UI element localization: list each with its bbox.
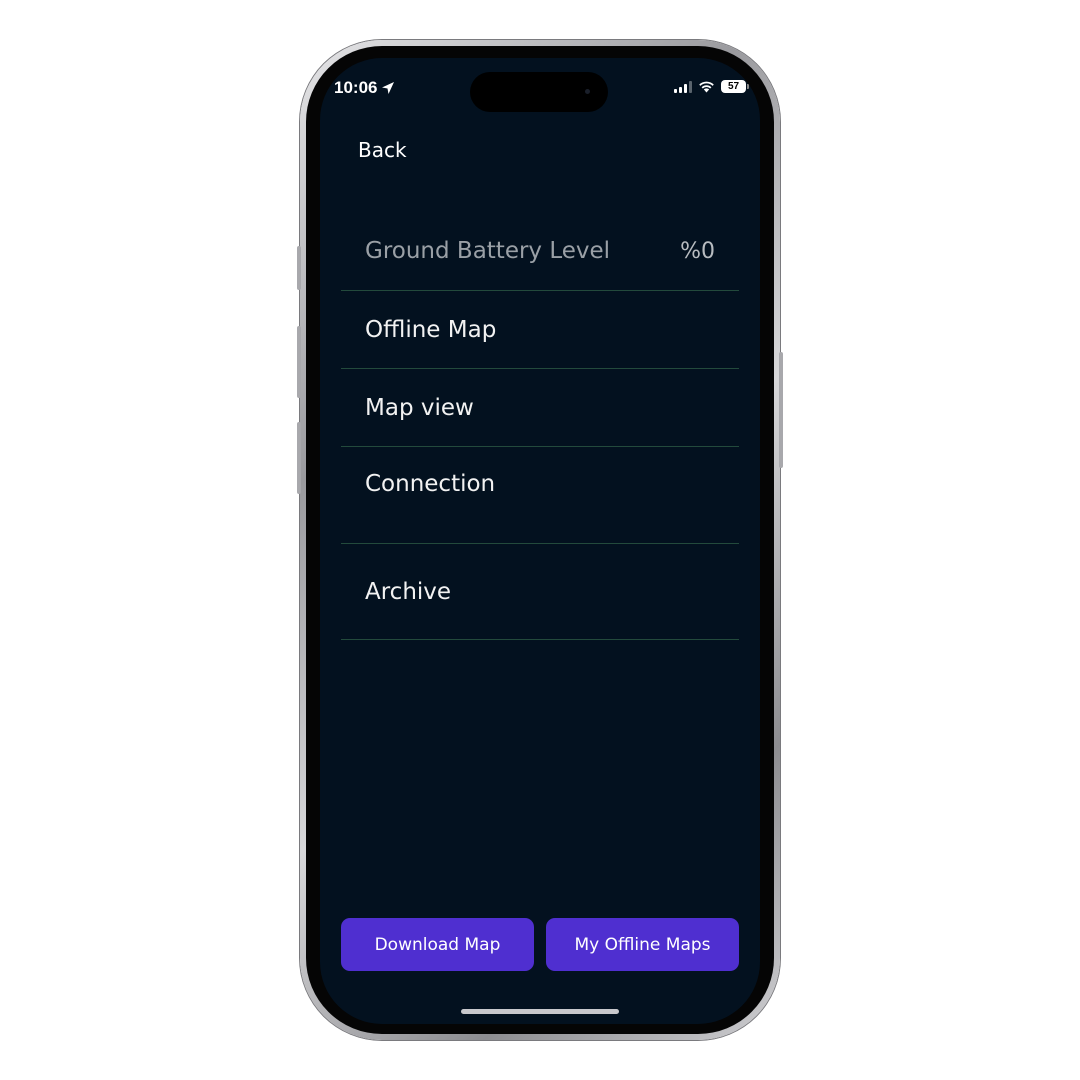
volume-down-button: [297, 422, 301, 494]
bottom-actions: Download Map My Offline Maps: [341, 918, 739, 971]
dynamic-island: [470, 72, 608, 112]
settings-menu: Ground Battery Level %0 Offline Map Map …: [341, 212, 739, 640]
wifi-icon: [699, 81, 714, 93]
status-time-text: 10:06: [334, 78, 378, 97]
menu-item-label: Archive: [365, 578, 452, 605]
download-map-button[interactable]: Download Map: [341, 918, 534, 971]
battery-level-value: %0: [680, 238, 715, 264]
menu-item-connection[interactable]: Connection: [341, 447, 739, 544]
camera-dot: [585, 89, 590, 94]
menu-item-offline-map[interactable]: Offline Map: [341, 291, 739, 369]
volume-up-button: [297, 326, 301, 398]
action-button: [297, 246, 301, 290]
status-time: 10:06: [334, 78, 395, 98]
menu-item-archive[interactable]: Archive: [341, 544, 739, 640]
menu-item-label: Map view: [365, 394, 474, 421]
app-screen: 10:06 57 Back Ground Battery Level %0 Of…: [320, 58, 760, 1024]
menu-item-label: Offline Map: [365, 316, 497, 343]
power-button: [779, 352, 783, 468]
cellular-signal-icon: [674, 80, 692, 93]
menu-item-map-view[interactable]: Map view: [341, 369, 739, 447]
menu-item-label: Ground Battery Level: [365, 238, 611, 264]
my-offline-maps-button[interactable]: My Offline Maps: [546, 918, 739, 971]
battery-level: 57: [727, 81, 740, 92]
menu-item-label: Connection: [365, 471, 496, 497]
location-arrow-icon: [382, 82, 395, 94]
battery-icon: 57: [721, 80, 749, 93]
menu-item-ground-battery-level: Ground Battery Level %0: [341, 212, 739, 291]
status-indicators: 57: [674, 80, 749, 93]
back-button[interactable]: Back: [358, 138, 407, 162]
home-indicator[interactable]: [461, 1009, 619, 1014]
